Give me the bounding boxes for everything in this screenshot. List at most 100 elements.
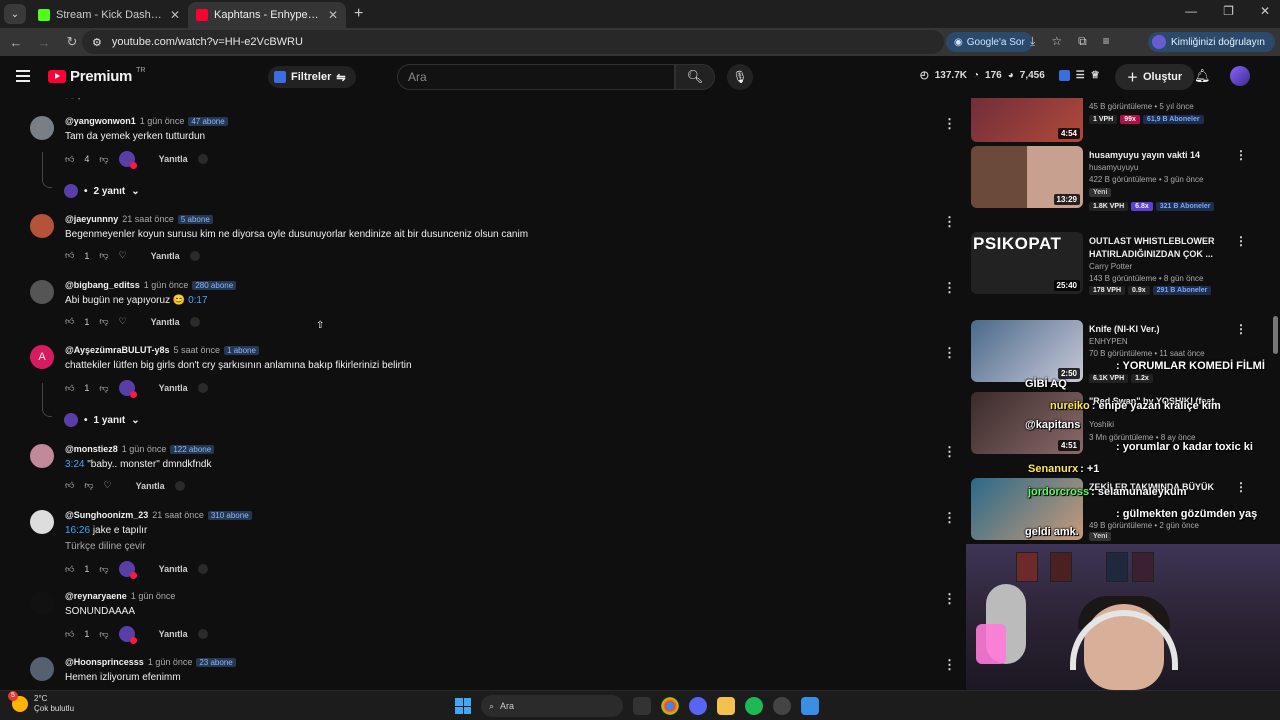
new-tab-button[interactable]: + [354,5,363,23]
video-thumbnail[interactable] [971,478,1083,540]
avatar[interactable] [30,657,54,681]
youtube-logo[interactable]: Premium TR [48,67,145,85]
avatar[interactable] [30,116,54,140]
reply-button[interactable]: Yanıtla [159,383,188,393]
reply-button[interactable]: Yanıtla [151,317,180,327]
comment-author[interactable]: @reynaryaene [65,591,127,601]
tab-kick-dashboard[interactable]: Stream - Kick Dashboard ✕ [30,2,188,28]
account-avatar[interactable] [1230,66,1250,86]
dislike-icon[interactable]: 👎︎ [99,629,108,640]
dislike-icon[interactable]: 👎︎ [99,316,108,327]
view-replies-button[interactable]: • 2 yanıt ⌄ [64,184,140,198]
comment-menu-icon[interactable]: ⋮ [943,510,956,526]
dislike-icon[interactable]: 👎︎ [99,383,108,394]
related-video-item[interactable]: 4:51 "Red Swan" by YOSHIKI (feat. Yoshik… [971,392,1271,454]
trophy-icon[interactable]: ♕ [1091,70,1100,81]
file-icon[interactable] [633,697,651,715]
close-tab-icon[interactable]: ✕ [328,8,338,22]
comment-menu-icon[interactable]: ⋮ [943,214,956,230]
extension-icon[interactable] [1058,70,1070,81]
reply-button[interactable]: Yanıtla [159,154,188,164]
create-button[interactable]: ＋ Oluştur [1115,64,1195,90]
weather-widget[interactable]: 5 2°C Çok bulutlu [8,691,74,714]
related-video-item[interactable]: 13:29 husamyuyu yayın vakti 14 husamyuyu… [971,146,1271,211]
like-icon[interactable]: 👍︎ [65,316,74,327]
spotify-icon[interactable] [745,697,763,715]
video-title[interactable]: "Red Swan" by YOSHIKI (feat. [1089,395,1249,408]
comment-menu-icon[interactable]: ⋮ [943,116,956,132]
related-video-item[interactable]: PSIKOPAT 25:40 OUTLAST WHISTLEBLOWER HAT… [971,232,1271,295]
video-thumbnail[interactable]: 4:54 [971,98,1083,142]
related-video-item[interactable]: 2:50 Knife (NI-KI Ver.) ENHYPEN 70 B gör… [971,320,1271,383]
dislike-icon[interactable]: 👎︎ [99,250,108,261]
taskbar-search[interactable]: ⌕ Ara [481,695,623,717]
dislike-icon[interactable]: 👎︎ [84,480,93,491]
heart-icon[interactable]: ♡ [119,316,127,327]
related-video-item[interactable]: ZEKİLER TAKIMINDA BÜYÜK 49 B görüntüleme… [971,478,1271,541]
windows-start-icon[interactable] [455,698,471,714]
dislike-icon[interactable]: 👎︎ [99,564,108,575]
discord-icon[interactable] [689,697,707,715]
dislike-icon[interactable]: 👎︎ [99,154,108,165]
video-thumbnail[interactable]: 13:29 [971,146,1083,208]
avatar[interactable] [30,510,54,534]
notifications-bell-icon[interactable]: 🔔︎ [1194,68,1211,84]
extensions-icon[interactable]: ⧉ [1078,34,1087,49]
reply-button[interactable]: Yanıtla [151,251,180,261]
google-lens-button[interactable]: ◉ Google'a Sor [946,32,1033,52]
chrome-icon[interactable] [661,697,679,715]
search-input[interactable]: Ara [397,64,675,90]
video-menu-icon[interactable]: ⋮ [1235,148,1247,162]
timestamp-link[interactable]: 16:26 [65,525,90,536]
avatar[interactable]: A [30,345,54,369]
translate-link[interactable]: Türkçe diline çevir [65,541,146,552]
video-thumbnail[interactable]: PSIKOPAT 25:40 [971,232,1083,294]
tab-youtube-video[interactable]: Kaphtans - Enhypen'in Yeni Albü ✕ [188,2,346,28]
avatar[interactable] [30,444,54,468]
avatar[interactable] [30,280,54,304]
reload-icon[interactable]: ↻ [60,34,84,50]
reply-button[interactable]: Yanıtla [159,564,188,574]
video-menu-icon[interactable]: ⋮ [1235,480,1247,494]
avatar[interactable] [30,214,54,238]
comment-author[interactable]: @AyşezümraBULUT-y8s [65,345,169,355]
video-title[interactable]: OUTLAST WHISTLEBLOWER HATIRLADIĞINIZDAN … [1089,235,1249,261]
comment-author[interactable]: @jaeyunnny [65,214,118,224]
view-replies-button[interactable]: • 1 yanıt ⌄ [64,413,140,427]
tab-search-button[interactable]: ⌄ [4,4,26,24]
reading-list-icon[interactable]: ≡ [1103,34,1110,49]
page-scrollbar[interactable] [1273,316,1278,354]
restore-icon[interactable]: ❐ [1223,4,1234,18]
video-thumbnail[interactable]: 2:50 [971,320,1083,382]
video-menu-icon[interactable]: ⋮ [1235,322,1247,336]
video-title[interactable]: Knife (NI-KI Ver.) [1089,323,1249,336]
video-title[interactable]: ZEKİLER TAKIMINDA BÜYÜK [1089,481,1249,494]
comment-author[interactable]: @monstiez8 [65,444,118,454]
video-menu-icon[interactable]: ⋮ [1235,234,1247,248]
comment-menu-icon[interactable]: ⋮ [943,591,956,607]
comment-menu-icon[interactable]: ⋮ [943,657,956,673]
heart-icon[interactable]: ♡ [104,480,112,491]
install-icon[interactable]: ⤓ [1030,34,1035,49]
like-icon[interactable]: 👍︎ [65,480,74,491]
like-icon[interactable]: 👍︎ [65,250,74,261]
related-video-item[interactable]: 4:54 45 B görüntüleme • 5 yıl önce 1 VPH… [971,98,1271,142]
close-window-icon[interactable]: ✕ [1260,4,1270,18]
like-icon[interactable]: 👍︎ [65,564,74,575]
like-icon[interactable]: 👍︎ [65,154,74,165]
address-bar[interactable]: ⚙ youtube.com/watch?v=HH-e2VcBWRU [82,30,944,54]
close-tab-icon[interactable]: ✕ [170,8,180,22]
comment-menu-icon[interactable]: ⋮ [943,444,956,460]
bookmark-star-icon[interactable]: ☆ [1051,34,1062,49]
photos-icon[interactable] [801,697,819,715]
back-icon[interactable]: ← [4,35,28,50]
channel-name[interactable]: Carry Potter [1089,262,1132,271]
heart-icon[interactable]: ♡ [119,250,127,261]
like-icon[interactable]: 👍︎ [65,383,74,394]
search-button[interactable]: 🔍︎ [675,64,715,90]
comment-author[interactable]: @Hoonsprincesss [65,657,144,667]
minimize-icon[interactable]: — [1185,4,1197,18]
video-thumbnail[interactable]: 4:51 [971,392,1083,454]
hamburger-menu-icon[interactable] [16,70,30,85]
comment-author[interactable]: @bigbang_editss [65,280,140,290]
